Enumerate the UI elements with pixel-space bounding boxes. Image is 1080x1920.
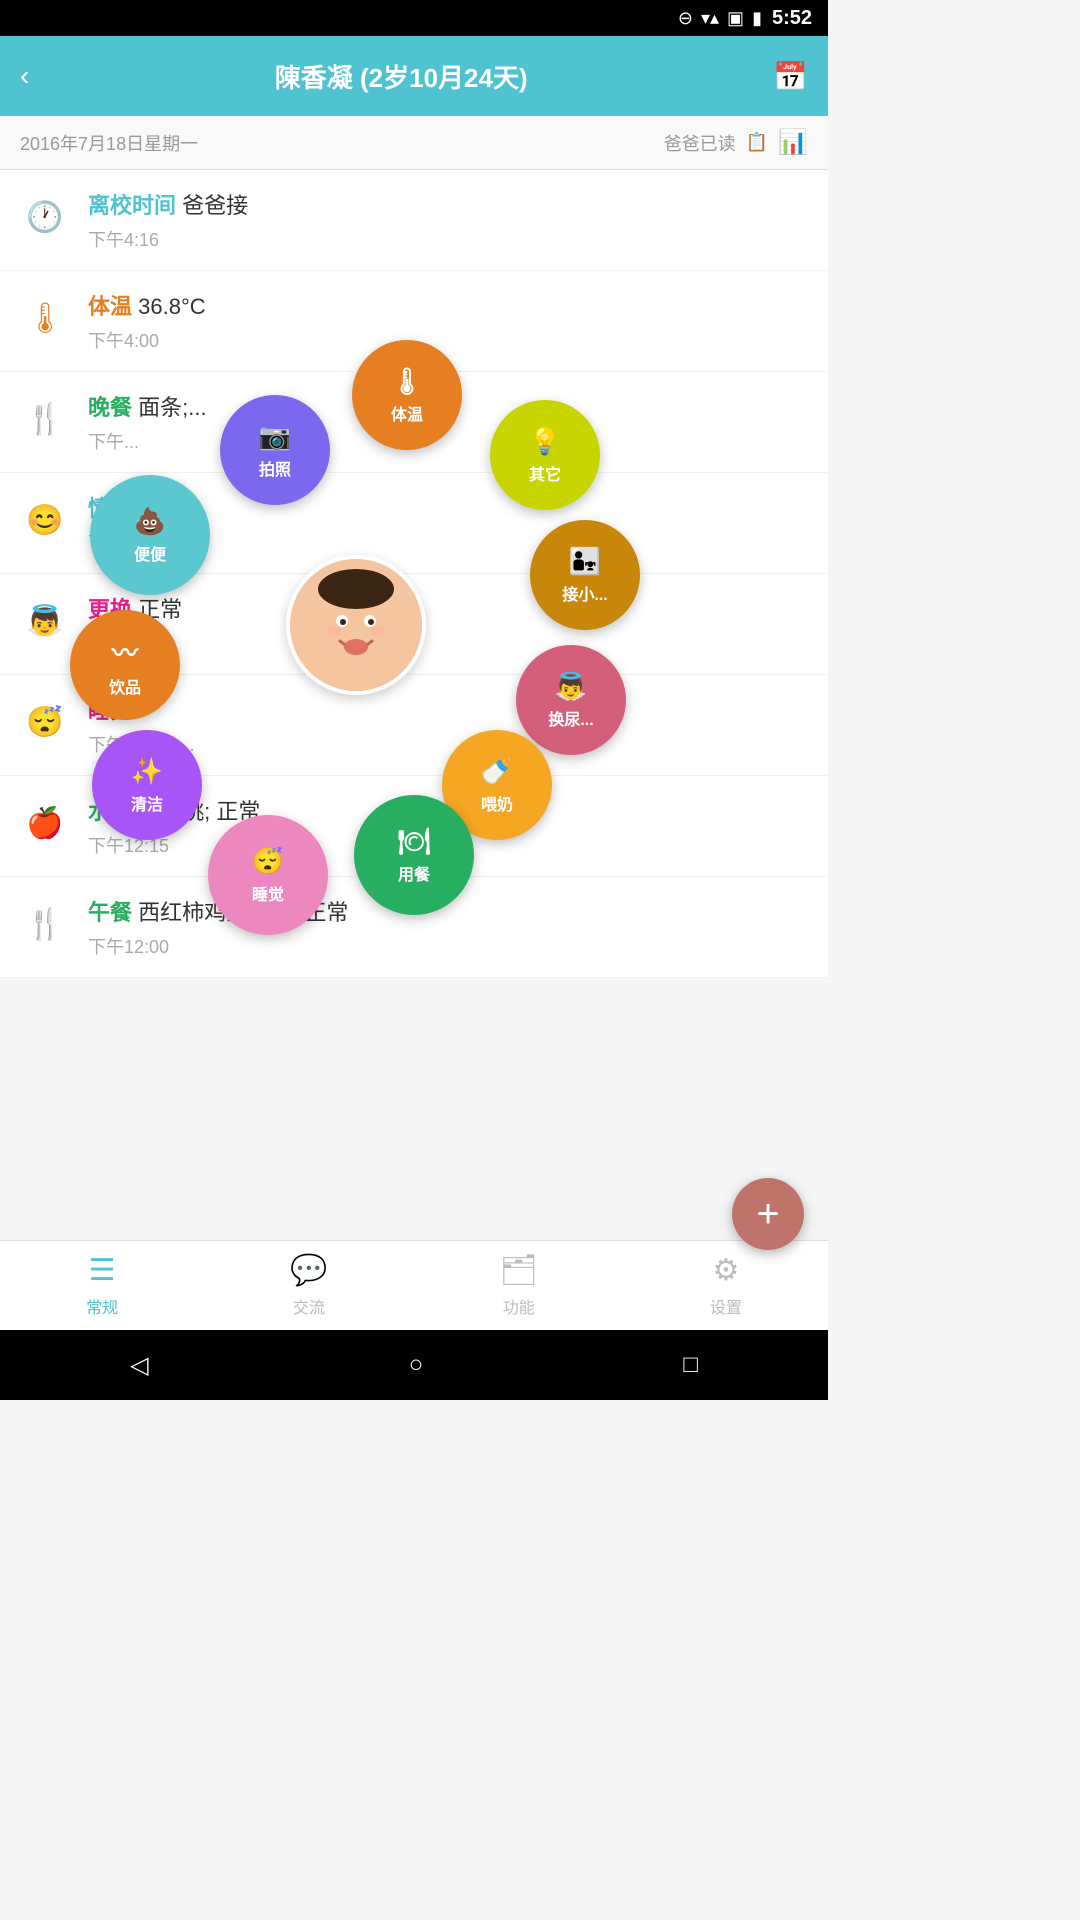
feed-content-sleep: 睡觉 下午12:30~... xyxy=(88,693,808,757)
nav-label-chat: 交流 xyxy=(293,1294,325,1318)
lightbulb-icon: 💡 xyxy=(529,426,561,457)
chart-button[interactable]: 📊 xyxy=(778,128,808,157)
header: ‹ 陳香凝 (2岁10月24天) 📅 xyxy=(0,36,828,116)
radial-sleep-button[interactable]: 😴 睡觉 xyxy=(208,815,328,935)
utensils-icon: 🍴 xyxy=(20,394,70,444)
recent-button[interactable]: □ xyxy=(683,1351,698,1379)
home-button[interactable]: ○ xyxy=(409,1351,424,1379)
feed-content-departure: 离校时间 爸爸接 下午4:16 xyxy=(88,188,808,252)
sleep-icon: 😴 xyxy=(20,697,70,747)
radial-photo-button[interactable]: 📷 拍照 xyxy=(220,395,330,505)
sparkle-icon: ✨ xyxy=(131,756,163,787)
radial-meal-button[interactable]: 🍽 用餐 xyxy=(354,795,474,915)
bottom-nav: ☰ 常规 💬 交流 🗂 功能 ⚙ 设置 xyxy=(0,1240,828,1330)
bottle-icon: 🍼 xyxy=(481,756,513,787)
status-icons: ⊖ ▾▴ ▣ ▮ xyxy=(678,8,762,29)
date-row: 2016年7月18日星期一 爸爸已读 📋 📊 xyxy=(0,116,828,170)
nav-item-routine[interactable]: ☰ 常规 xyxy=(86,1253,118,1318)
radial-pickup-button[interactable]: 👨‍👧 接小... xyxy=(530,520,640,630)
list-icon: ☰ xyxy=(89,1253,116,1288)
diaper-icon: 👼 xyxy=(555,671,587,702)
back-system-button[interactable]: ◁ xyxy=(130,1351,148,1380)
plus-icon: + xyxy=(756,1192,779,1237)
feed-content-lunch: 午餐 西红柿鸡蛋盖饭; 正常 下午12:00 xyxy=(88,895,808,959)
read-icon: 📋 xyxy=(746,132,768,153)
status-bar: ⊖ ▾▴ ▣ ▮ 5:52 xyxy=(0,0,828,36)
feed-item-departure[interactable]: 🕐 离校时间 爸爸接 下午4:16 xyxy=(0,170,828,271)
wave-icon: 〰 xyxy=(112,633,138,670)
radial-clean-button[interactable]: ✨ 清洁 xyxy=(92,730,202,840)
feed-content-temperature: 体温 36.8°C 下午4:00 xyxy=(88,289,808,353)
feed-title-departure: 离校时间 爸爸接 xyxy=(88,188,808,220)
thermometer-icon: 🌡 xyxy=(20,293,70,343)
feed-time-departure: 下午4:16 xyxy=(88,226,808,252)
baby-icon: 👼 xyxy=(20,596,70,646)
feed-content-diaper: 更换 正常 下午... xyxy=(88,592,808,656)
nav-label-routine: 常规 xyxy=(86,1294,118,1318)
fab-add-button[interactable]: + xyxy=(732,1178,804,1250)
feed-time-dinner: 下午... xyxy=(88,428,808,454)
pickup-icon: 👨‍👧 xyxy=(569,546,601,577)
back-button[interactable]: ‹ xyxy=(20,60,29,92)
thermometer-radial-icon: 🌡 xyxy=(390,366,423,397)
feed-time-diaper: 下午... xyxy=(88,630,808,656)
camera-icon: 📷 xyxy=(259,421,291,452)
date-right: 爸爸已读 📋 📊 xyxy=(664,128,808,157)
radial-poop-button[interactable]: 💩 便便 xyxy=(90,475,210,595)
minus-circle-icon: ⊖ xyxy=(678,8,693,29)
nav-item-function[interactable]: 🗂 功能 xyxy=(500,1253,538,1318)
system-nav: ◁ ○ □ xyxy=(0,1330,828,1400)
battery-icon: ▮ xyxy=(752,8,762,29)
feed-title-temperature: 体温 36.8°C xyxy=(88,289,808,321)
radial-diaper-button[interactable]: 👼 换尿... xyxy=(516,645,626,755)
nav-item-settings[interactable]: ⚙ 设置 xyxy=(710,1253,742,1318)
fruit-icon: 🍎 xyxy=(20,798,70,848)
feed-time-lunch: 下午12:00 xyxy=(88,933,808,959)
status-time: 5:52 xyxy=(772,7,812,30)
function-icon: 🗂 xyxy=(500,1253,538,1288)
settings-icon: ⚙ xyxy=(712,1253,739,1288)
poop-icon: 💩 xyxy=(134,506,166,537)
feed-title-sleep: 睡觉 xyxy=(88,693,808,725)
radial-drink-button[interactable]: 〰 饮品 xyxy=(70,610,180,720)
radial-other-button[interactable]: 💡 其它 xyxy=(490,400,600,510)
fork-spoon-icon: 🍽 xyxy=(397,826,430,857)
nav-label-function: 功能 xyxy=(503,1294,535,1318)
feed-title-diaper: 更换 正常 xyxy=(88,592,808,624)
read-status: 爸爸已读 xyxy=(664,130,736,156)
feed-time-temperature: 下午4:00 xyxy=(88,327,808,353)
sleep-radial-icon: 😴 xyxy=(252,846,284,877)
signal-icon: ▣ xyxy=(727,8,744,29)
radial-temperature-button[interactable]: 🌡 体温 xyxy=(352,340,462,450)
feed-time-sleep: 下午12:30~... xyxy=(88,731,808,757)
mood-icon: 😊 xyxy=(20,495,70,545)
wifi-icon: ▾▴ xyxy=(701,8,719,29)
date-label: 2016年7月18日星期一 xyxy=(20,130,198,156)
clock-icon: 🕐 xyxy=(20,192,70,242)
nav-label-settings: 设置 xyxy=(710,1294,742,1318)
page-title: 陳香凝 (2岁10月24天) xyxy=(275,58,528,95)
nav-item-chat[interactable]: 💬 交流 xyxy=(290,1253,327,1318)
lunch-icon: 🍴 xyxy=(20,899,70,949)
chat-icon: 💬 xyxy=(290,1253,327,1288)
calendar-button[interactable]: 📅 xyxy=(773,60,808,93)
